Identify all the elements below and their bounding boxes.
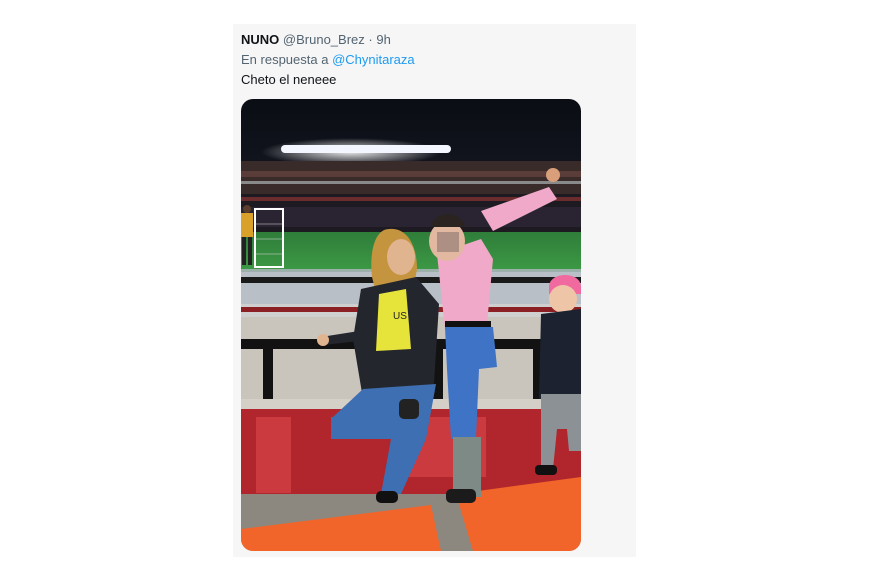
author-display-name[interactable]: NUNO — [241, 32, 279, 47]
jersey-text: US — [393, 311, 407, 322]
reply-mention-link[interactable]: @Chynitaraza — [332, 52, 415, 67]
upper-stand — [241, 161, 581, 196]
tweet-timestamp[interactable]: 9h — [376, 32, 390, 47]
reply-prefix: En respuesta a — [241, 52, 329, 67]
tweet-header: NUNO @Bruno_Brez · 9h — [241, 32, 391, 47]
separator-dot: · — [368, 32, 373, 47]
stadium-photo: US — [241, 99, 581, 551]
author-handle[interactable]: @Bruno_Brez — [283, 32, 365, 47]
tweet-photo[interactable]: US — [241, 99, 581, 551]
tweet-text: Cheto el neneee — [241, 72, 337, 87]
reply-context: En respuesta a @Chynitaraza — [241, 52, 415, 67]
tweet-card[interactable]: NUNO @Bruno_Brez · 9h En respuesta a @Ch… — [233, 24, 636, 557]
